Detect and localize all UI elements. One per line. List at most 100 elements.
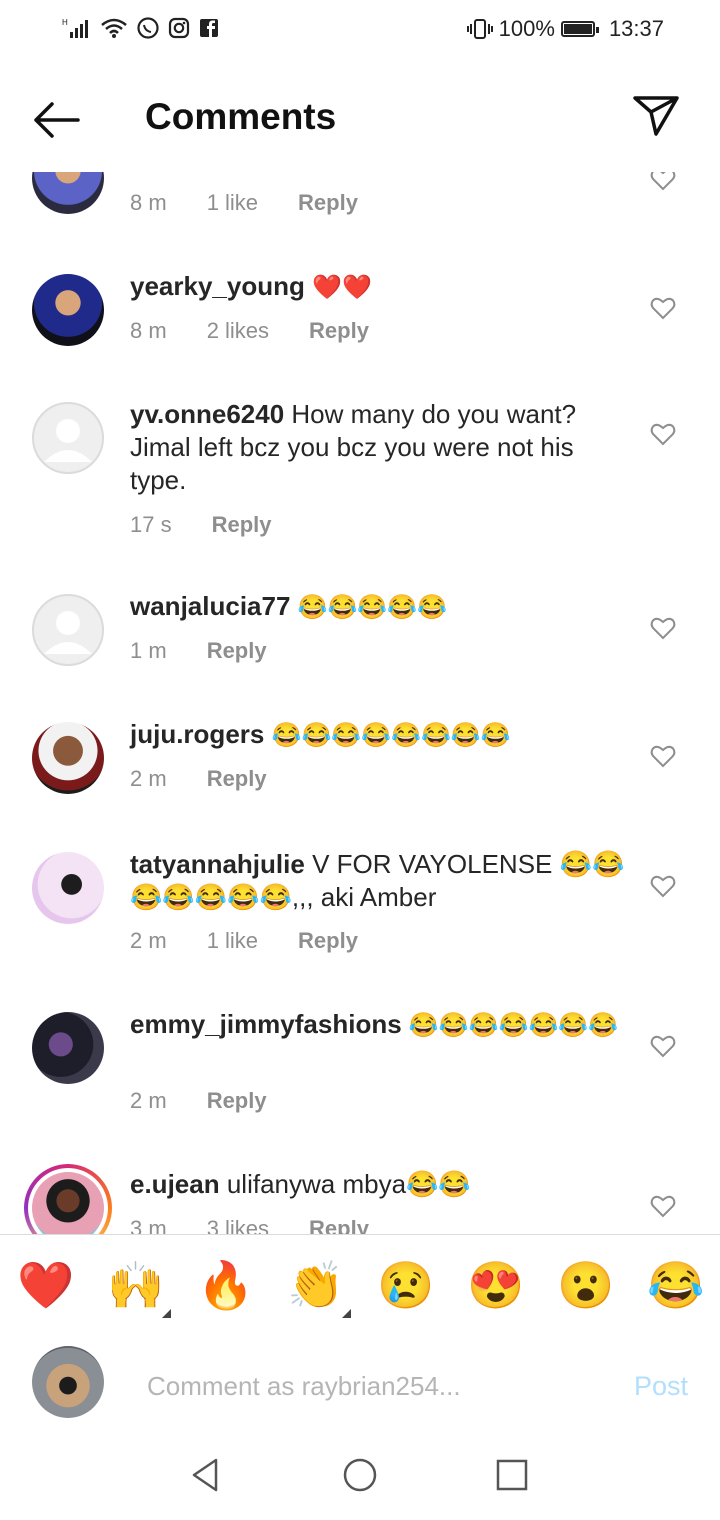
comment-item: wanjalucia77 😂😂😂😂😂 1 m Reply (0, 586, 720, 686)
comment-username[interactable]: tatyannahjulie (130, 849, 305, 879)
reply-button[interactable]: Reply (212, 512, 272, 538)
story-ring[interactable] (24, 1164, 112, 1234)
comment-item: emmy_jimmyfashions 😂😂😂😂😂😂😂 2 m Reply (0, 1004, 720, 1134)
comment-item: juju.rogers 😂😂😂😂😂😂😂😂 2 m Reply (0, 714, 720, 814)
reply-button[interactable]: Reply (207, 638, 267, 664)
reaction-crying[interactable]: 😢 (377, 1257, 434, 1313)
heart-icon[interactable] (650, 172, 676, 191)
avatar[interactable] (32, 402, 104, 474)
comment-body: e.ujean ulifanywa mbya😂😂 (130, 1168, 630, 1201)
comment-composer: Post (0, 1333, 720, 1437)
reaction-raised-hands[interactable]: 🙌 (107, 1257, 164, 1313)
comment-username[interactable]: emmy_jimmyfashions (130, 1009, 402, 1039)
comment-meta: 3 m 3 likes Reply (130, 1216, 409, 1234)
comment-item: e.ujean ulifanywa mbya😂😂 3 m 3 likes Rep… (0, 1164, 720, 1234)
heart-icon[interactable] (650, 744, 676, 768)
heart-icon[interactable] (650, 616, 676, 640)
comment-list[interactable]: 8 m 1 like Reply yearky_young ❤️❤️ 8 m 2… (0, 172, 720, 1234)
comment-meta: 8 m 1 like Reply (130, 190, 398, 216)
default-avatar-icon (44, 611, 92, 654)
comment-input[interactable] (145, 1367, 569, 1405)
comment-text: 😂😂😂😂😂😂😂 (408, 1012, 619, 1039)
comment-meta: 2 m Reply (130, 1088, 307, 1114)
default-avatar-icon (44, 419, 92, 462)
avatar[interactable] (32, 274, 104, 346)
comment-likes[interactable]: 3 likes (207, 1216, 269, 1234)
comment-time: 1 m (130, 638, 167, 663)
comment-item: yearky_young ❤️❤️ 8 m 2 likes Reply (0, 262, 720, 372)
heart-icon[interactable] (650, 422, 676, 446)
comment-item: yv.onne6240 How many do you want? Jimal … (0, 392, 720, 552)
comment-item: 8 m 1 like Reply (0, 172, 720, 232)
comment-time: 17 s (130, 512, 172, 537)
reply-button[interactable]: Reply (298, 928, 358, 954)
comment-username[interactable]: e.ujean (130, 1169, 220, 1199)
status-right: 100% 13:37 (466, 16, 664, 42)
reaction-heart[interactable]: ❤️ (17, 1257, 74, 1313)
avatar-photo (32, 1172, 104, 1234)
avatar[interactable] (32, 1012, 104, 1084)
status-left: H (62, 16, 220, 40)
comment-likes[interactable]: 2 likes (207, 318, 269, 344)
comment-meta: 1 m Reply (130, 638, 307, 664)
comment-text: ❤️❤️ (312, 274, 372, 301)
reaction-laughing[interactable]: 😂 (647, 1257, 704, 1313)
avatar (32, 1346, 104, 1418)
vibrate-icon (466, 19, 493, 39)
heart-icon[interactable] (650, 296, 676, 320)
page-title: Comments (145, 96, 337, 137)
avatar[interactable] (32, 852, 104, 924)
comment-body: yv.onne6240 How many do you want? Jimal … (130, 398, 620, 497)
comment-text: ulifanywa mbya😂😂 (226, 1169, 471, 1199)
nav-home-icon[interactable] (340, 1455, 380, 1495)
post-button[interactable]: Post (634, 1371, 688, 1402)
reaction-clap[interactable]: 👏 (287, 1257, 344, 1313)
nav-back-icon[interactable] (186, 1455, 226, 1495)
wifi-icon (101, 18, 127, 38)
reaction-heart-eyes[interactable]: 😍 (467, 1257, 524, 1313)
comment-username[interactable]: wanjalucia77 (130, 591, 290, 621)
arrow-left-icon[interactable] (30, 98, 82, 142)
skin-tone-indicator (342, 1309, 351, 1318)
clock: 13:37 (608, 16, 664, 41)
comment-body: wanjalucia77 😂😂😂😂😂 (130, 590, 630, 624)
status-bar: H 100% 13:37 (0, 0, 720, 62)
comment-meta: 2 m Reply (130, 766, 307, 792)
emoji-reaction-bar: ❤️ 🙌 🔥 👏 😢 😍 😮 😂 (0, 1234, 720, 1334)
comment-username[interactable]: juju.rogers (130, 719, 264, 749)
comment-likes[interactable]: 1 like (207, 190, 258, 216)
facebook-icon (200, 19, 218, 37)
avatar[interactable] (32, 172, 104, 214)
comment-body: juju.rogers 😂😂😂😂😂😂😂😂 (130, 718, 630, 752)
system-nav-bar (0, 1437, 720, 1520)
reply-button[interactable]: Reply (309, 1216, 369, 1234)
avatar[interactable] (32, 722, 104, 794)
heart-icon[interactable] (650, 1194, 676, 1218)
comment-likes[interactable]: 1 like (207, 928, 258, 954)
reply-button[interactable]: Reply (207, 1088, 267, 1114)
nav-recents-icon[interactable] (492, 1455, 532, 1495)
comment-meta: 8 m 2 likes Reply (130, 318, 409, 344)
comment-time: 2 m (130, 766, 167, 791)
battery-icon (560, 21, 599, 37)
heart-icon[interactable] (650, 1034, 676, 1058)
skin-tone-indicator (162, 1309, 171, 1318)
reaction-fire[interactable]: 🔥 (197, 1257, 254, 1313)
heart-icon[interactable] (650, 874, 676, 898)
battery-percent: 100% (498, 16, 555, 41)
comment-username[interactable]: yv.onne6240 (130, 399, 284, 429)
comment-username[interactable]: yearky_young (130, 271, 305, 301)
reply-button[interactable]: Reply (298, 190, 358, 216)
reply-button[interactable]: Reply (207, 766, 267, 792)
avatar[interactable] (32, 594, 104, 666)
comment-meta: 17 s Reply (130, 512, 312, 538)
comment-body: emmy_jimmyfashions 😂😂😂😂😂😂😂 (130, 1008, 630, 1042)
signal-icon: H (62, 18, 88, 38)
paper-plane-icon[interactable] (632, 94, 680, 138)
comment-text: 😂😂😂😂😂😂😂😂 (271, 722, 511, 749)
reaction-surprised[interactable]: 😮 (557, 1257, 614, 1313)
comment-body: yearky_young ❤️❤️ (130, 270, 630, 304)
whatsapp-icon (137, 17, 159, 39)
reply-button[interactable]: Reply (309, 318, 369, 344)
comment-item: tatyannahjulie V FOR VAYOLENSE 😂😂😂😂😂😂😂,,… (0, 844, 720, 974)
